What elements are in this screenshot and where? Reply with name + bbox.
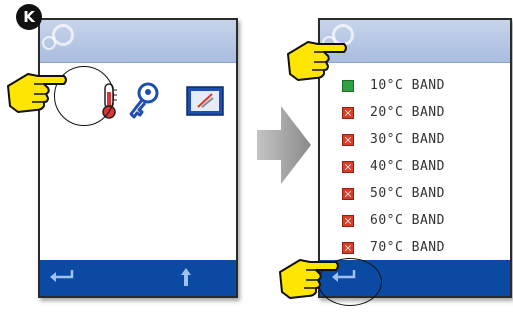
band-label: 70°C BAND	[370, 240, 445, 255]
band-row[interactable]: 70°C BAND	[342, 234, 445, 261]
checkbox-off-icon[interactable]	[342, 214, 354, 227]
checkbox-off-icon[interactable]	[342, 241, 354, 254]
band-label: 30°C BAND	[370, 132, 445, 147]
band-row[interactable]: 10°C BAND	[342, 72, 445, 99]
top-bar	[40, 20, 236, 63]
band-label: 40°C BAND	[370, 159, 445, 174]
monitor-icon[interactable]	[186, 86, 224, 116]
band-row[interactable]: 30°C BAND	[342, 126, 445, 153]
band-row[interactable]: 60°C BAND	[342, 207, 445, 234]
main-menu-screen	[38, 18, 238, 298]
top-bar	[320, 20, 510, 63]
gear-small-icon	[42, 36, 56, 50]
step-badge: K	[16, 4, 42, 30]
band-row[interactable]: 50°C BAND	[342, 180, 445, 207]
checkbox-off-icon[interactable]	[342, 133, 354, 146]
band-list: 10°C BAND 20°C BAND 30°C BAND 40°C BAND …	[342, 72, 445, 261]
band-row[interactable]: 40°C BAND	[342, 153, 445, 180]
transition-arrow-icon	[257, 106, 311, 184]
checkbox-off-icon[interactable]	[342, 106, 354, 119]
checkbox-off-icon[interactable]	[342, 187, 354, 200]
band-label: 50°C BAND	[370, 186, 445, 201]
band-row[interactable]: 20°C BAND	[342, 99, 445, 126]
key-icon[interactable]	[126, 82, 160, 120]
band-label: 10°C BAND	[370, 78, 445, 93]
checkbox-off-icon[interactable]	[342, 160, 354, 173]
back-arrow-icon[interactable]	[48, 268, 76, 284]
pointing-hand-icon	[279, 259, 339, 299]
pointing-hand-icon	[287, 41, 347, 81]
bottom-bar	[40, 260, 236, 296]
up-arrow-icon[interactable]	[180, 266, 192, 288]
band-label: 20°C BAND	[370, 105, 445, 120]
pointing-hand-icon	[7, 73, 67, 113]
band-label: 60°C BAND	[370, 213, 445, 228]
